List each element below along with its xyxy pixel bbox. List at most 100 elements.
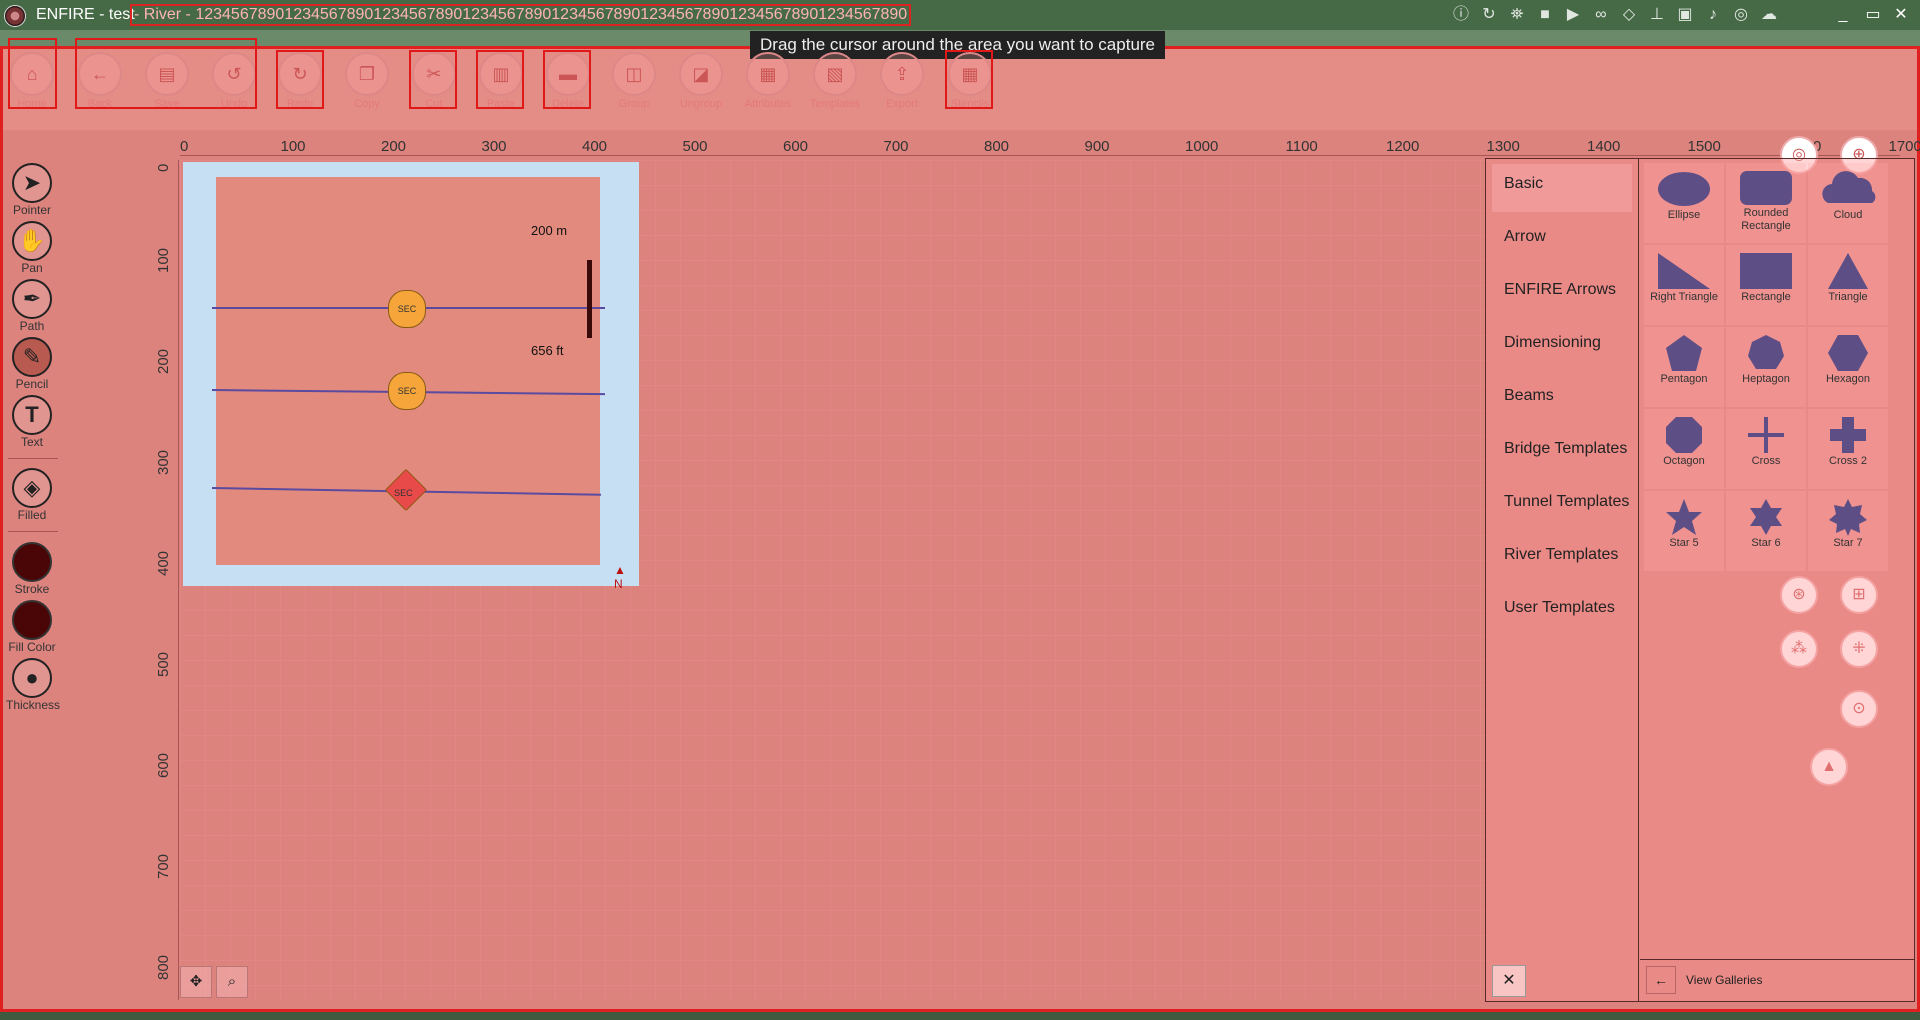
video-icon[interactable]: ▶ <box>1562 4 1584 26</box>
cloud-shape-icon <box>1822 171 1876 203</box>
ruler-tick-label: 300 <box>481 138 507 155</box>
scale-bar <box>587 260 592 338</box>
filled-tool[interactable]: ◈ Filled <box>6 468 58 522</box>
shape-hexagon[interactable]: Hexagon <box>1808 327 1888 407</box>
highlight-delete <box>543 50 591 109</box>
ruler-tick-label: 100 <box>155 247 172 273</box>
group-icon: ◫ <box>612 52 656 96</box>
pen-icon: ✒ <box>12 279 52 319</box>
back-arrow-icon[interactable]: ← <box>1646 966 1676 994</box>
ruler-tick-label: 800 <box>155 954 172 980</box>
category-item[interactable]: User Templates <box>1492 588 1632 636</box>
pointer-icon: ➤ <box>12 163 52 203</box>
satellite-icon[interactable]: ⛯ <box>1506 4 1528 26</box>
movie-camera-icon[interactable]: ▣ <box>1674 4 1696 26</box>
export-button[interactable]: ⇪ Export <box>872 50 932 110</box>
highlight-back-save-undo <box>75 38 257 109</box>
canvas-nav-controls: ✥ ⌕ <box>180 966 248 998</box>
fill-color-tool[interactable]: Fill Color <box>6 600 58 654</box>
ruler-tick-label: 600 <box>783 138 809 155</box>
cross-icon <box>1748 417 1784 453</box>
attributes-button[interactable]: ▦ Attributes <box>738 50 798 110</box>
cloud-icon[interactable]: ☁ <box>1758 4 1780 26</box>
triangle-icon <box>1828 253 1868 289</box>
category-item[interactable]: Arrow <box>1492 217 1632 265</box>
minimize-button[interactable]: _ <box>1828 3 1858 27</box>
distance-feet: 656 ft <box>531 343 564 358</box>
binoculars-icon[interactable]: ∞ <box>1590 4 1612 26</box>
pan-tool[interactable]: ✋ Pan <box>6 221 58 275</box>
shape-rectangle[interactable]: Rectangle <box>1726 245 1806 325</box>
enfire-logo-icon <box>4 5 26 27</box>
fill-bucket-icon: ◈ <box>12 468 52 508</box>
thickness-tool[interactable]: ● Thickness <box>6 658 60 712</box>
move-icon[interactable]: ✥ <box>180 966 212 998</box>
category-item[interactable]: Basic <box>1492 164 1632 212</box>
info-icon[interactable]: ⓘ <box>1450 4 1472 26</box>
view-galleries-link[interactable]: View Galleries <box>1686 973 1762 987</box>
stencil-gallery-panel: Basic Arrow ENFIRE Arrows Dimensioning B… <box>1485 158 1915 1002</box>
ungroup-button[interactable]: ◪ Ungroup <box>671 50 731 110</box>
ruler-tick-label: 600 <box>155 752 172 778</box>
shape-cross-2[interactable]: Cross 2 <box>1808 409 1888 489</box>
category-item[interactable]: Tunnel Templates <box>1492 482 1632 530</box>
shape-cross[interactable]: Cross <box>1726 409 1806 489</box>
heptagon-icon <box>1748 335 1784 369</box>
ruler-tick-label: 1400 <box>1587 138 1621 155</box>
shape-triangle[interactable]: Triangle <box>1808 245 1888 325</box>
shape-octagon[interactable]: Octagon <box>1644 409 1724 489</box>
text-icon: T <box>12 395 52 435</box>
zoom-icon[interactable]: ⌕ <box>216 966 248 998</box>
ellipse-icon <box>1658 172 1710 206</box>
hexagon-icon <box>1828 335 1868 371</box>
category-item[interactable]: River Templates <box>1492 535 1632 583</box>
ruler-tick-label: 100 <box>280 138 306 155</box>
shape-ellipse[interactable]: Ellipse <box>1644 163 1724 243</box>
sec-symbol[interactable]: SEC <box>388 372 426 410</box>
ruler-tick-label: 400 <box>582 138 608 155</box>
templates-button[interactable]: ▧ Templates <box>805 50 865 110</box>
maximize-button[interactable]: ▭ <box>1858 3 1888 27</box>
refresh-icon[interactable]: ↻ <box>1478 4 1500 26</box>
text-tool[interactable]: T Text <box>6 395 58 449</box>
shape-rounded-rectangle[interactable]: Rounded Rectangle <box>1726 163 1806 243</box>
category-item[interactable]: Dimensioning <box>1492 323 1632 371</box>
category-item[interactable]: Beams <box>1492 376 1632 424</box>
stroke-color-icon <box>12 542 52 582</box>
ruler-tick-label: 700 <box>883 138 909 155</box>
category-item[interactable]: Bridge Templates <box>1492 429 1632 477</box>
ungroup-icon: ◪ <box>679 52 723 96</box>
right-triangle-icon <box>1658 253 1710 289</box>
ruler-tick-label: 1300 <box>1486 138 1520 155</box>
ruler-tick-label: 400 <box>155 550 172 576</box>
view-galleries-bar: ← View Galleries <box>1640 959 1915 1001</box>
ruler-tick-label: 1500 <box>1687 138 1721 155</box>
ruler-tick-label: 900 <box>1084 138 1110 155</box>
sec-symbol[interactable]: SEC <box>388 290 426 328</box>
broadcast-icon[interactable]: ◎ <box>1730 4 1752 26</box>
shape-star-7[interactable]: Star 7 <box>1808 491 1888 571</box>
stroke-tool[interactable]: Stroke <box>6 542 58 596</box>
copy-button[interactable]: ❐ Copy <box>337 50 397 110</box>
pointer-tool[interactable]: ➤ Pointer <box>6 163 58 217</box>
category-item[interactable]: ENFIRE Arrows <box>1492 270 1632 318</box>
shape-heptagon[interactable]: Heptagon <box>1726 327 1806 407</box>
shape-star-6[interactable]: Star 6 <box>1726 491 1806 571</box>
pencil-tool[interactable]: ✎ Pencil <box>6 337 58 391</box>
path-tool[interactable]: ✒ Path <box>6 279 58 333</box>
cube-icon[interactable]: ◇ <box>1618 4 1640 26</box>
group-button[interactable]: ◫ Group <box>604 50 664 110</box>
tool-separator <box>8 458 58 459</box>
microphone-icon[interactable]: ♪ <box>1702 4 1724 26</box>
shape-cloud[interactable]: Cloud <box>1808 163 1888 243</box>
shape-right-triangle[interactable]: Right Triangle <box>1644 245 1724 325</box>
axes-icon[interactable]: ⊥ <box>1646 4 1668 26</box>
close-window-button[interactable]: ✕ <box>1886 3 1916 27</box>
shape-star-5[interactable]: Star 5 <box>1644 491 1724 571</box>
camera-icon[interactable]: ■ <box>1534 4 1556 26</box>
ruler-tick-label: 800 <box>984 138 1010 155</box>
shape-pentagon[interactable]: Pentagon <box>1644 327 1724 407</box>
pencil-icon: ✎ <box>12 337 52 377</box>
title-bar: ENFIRE - test - River - 1234567890123456… <box>0 0 1920 30</box>
close-gallery-button[interactable]: ✕ <box>1492 965 1526 997</box>
